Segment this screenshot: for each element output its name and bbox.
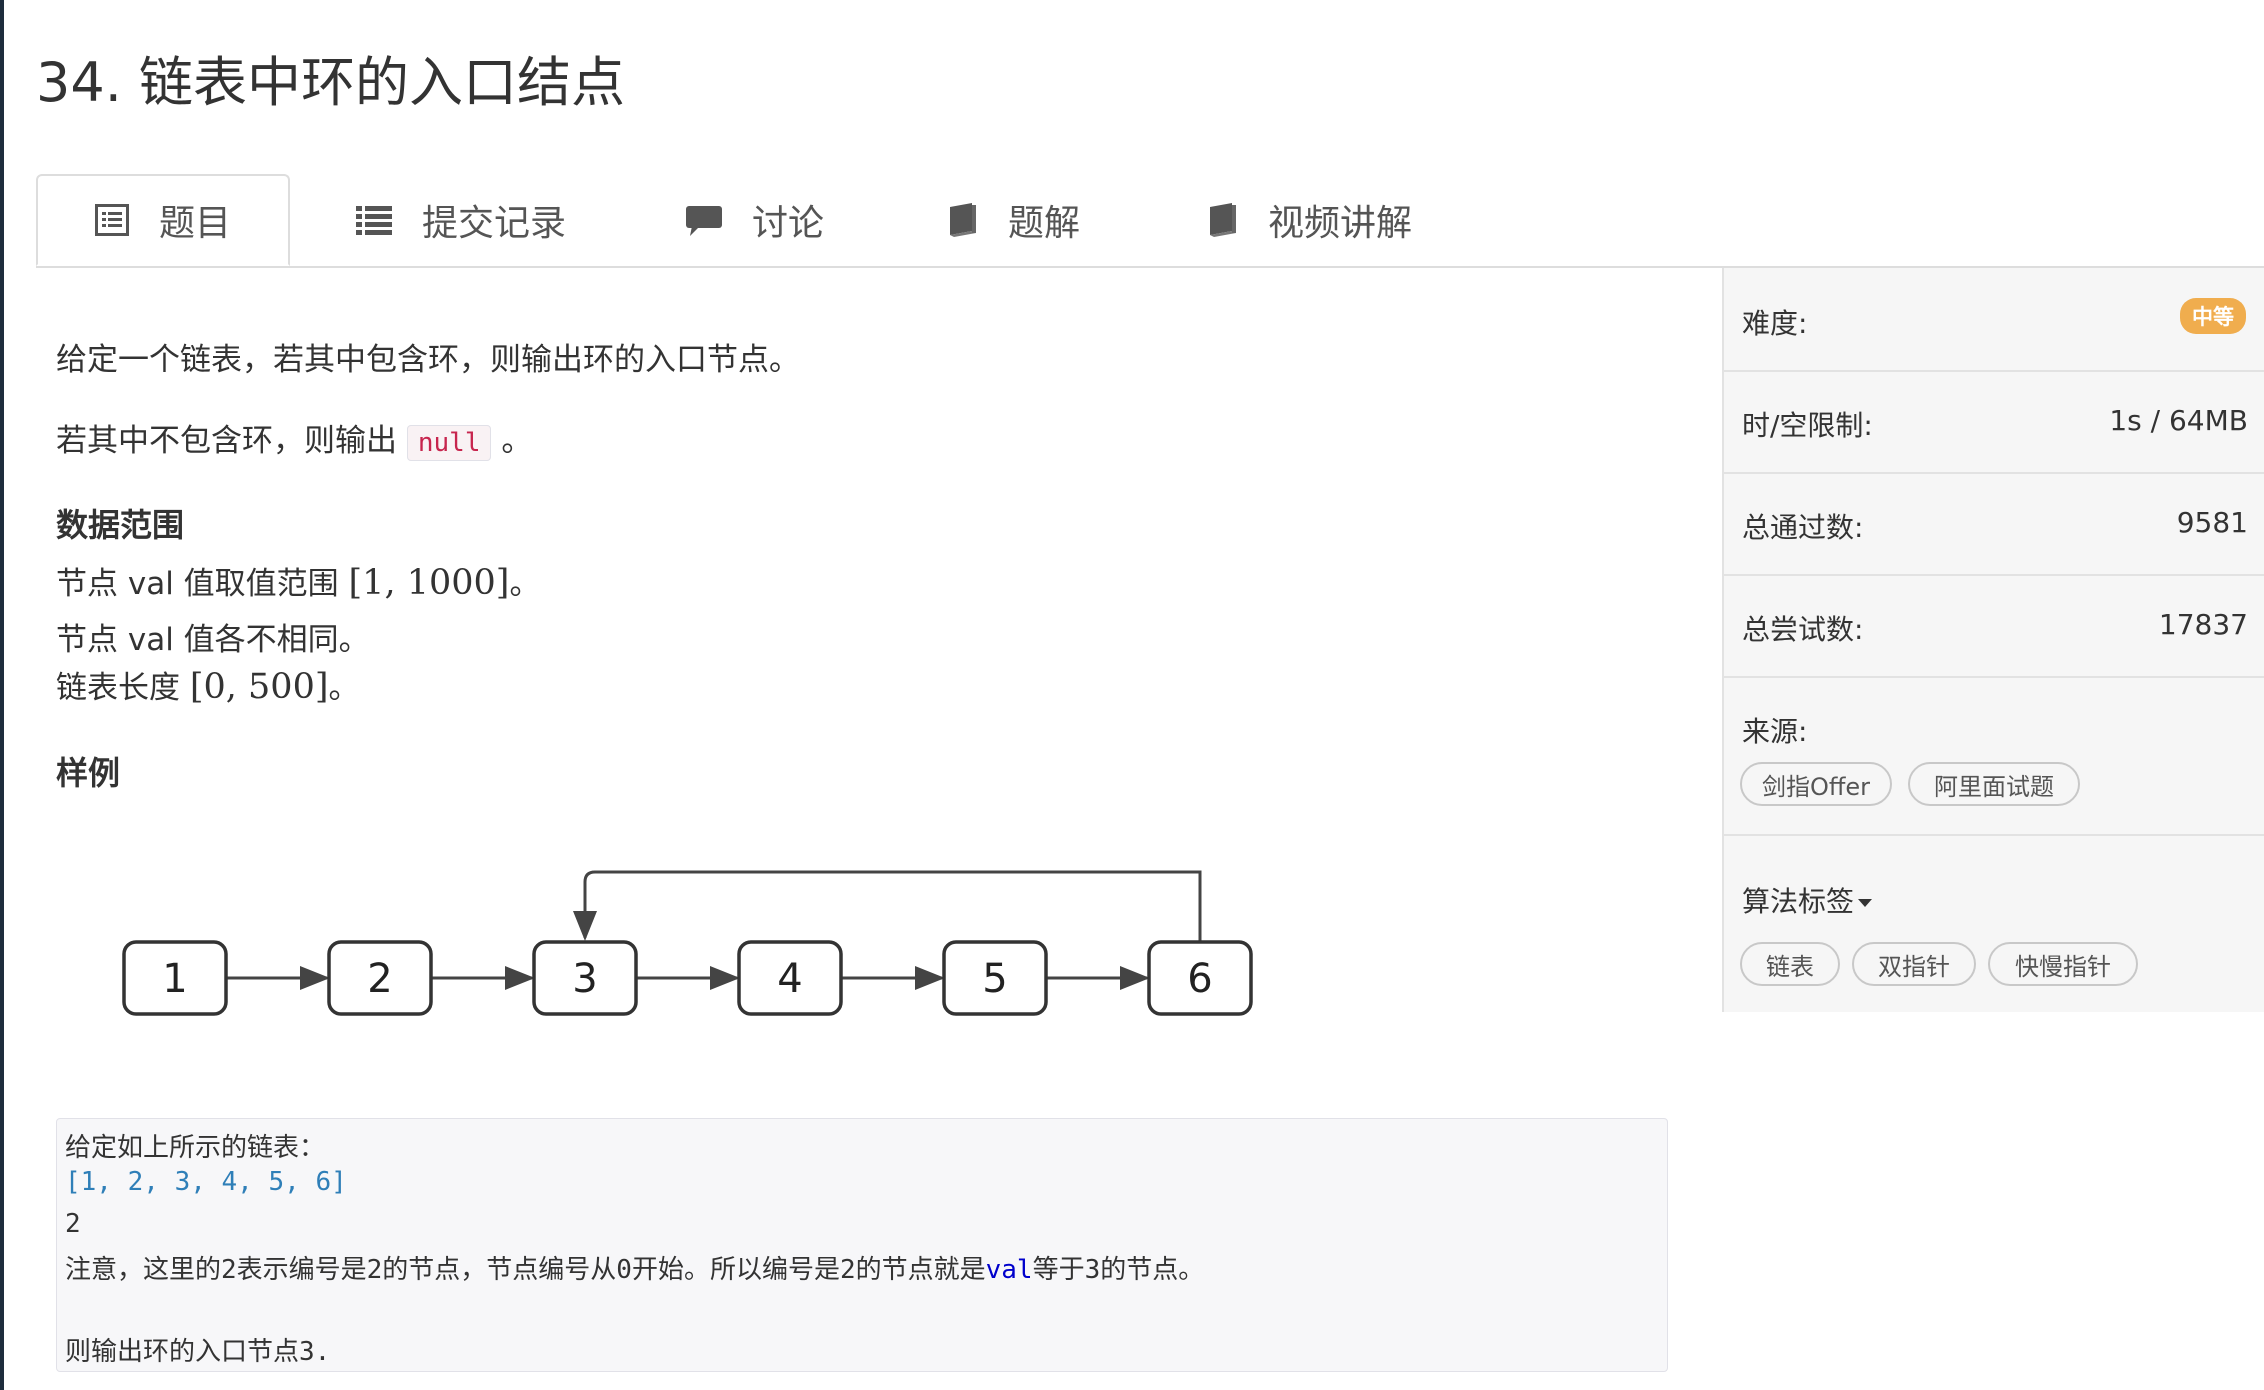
tab-label: 提交记录 <box>422 203 567 244</box>
list-node-label: 5 <box>982 956 1007 1002</box>
keyword: val <box>985 1255 1033 1285</box>
source-tag-alibaba[interactable]: 阿里面试题 <box>1908 762 2080 806</box>
example-line: 给定如上所示的链表： <box>65 1133 326 1163</box>
tag-linked-list[interactable]: 链表 <box>1740 942 1840 986</box>
difficulty-label: 难度: <box>1742 307 1808 340</box>
tab-bar: 题目 提交记录 讨论 题解 视频讲解 <box>36 174 2264 268</box>
tried-row: 总尝试数: 17837 <box>1724 576 2264 678</box>
limit-label: 时/空限制: <box>1742 409 1873 442</box>
tab-label: 题目 <box>158 203 231 244</box>
list-icon <box>356 206 392 235</box>
passed-label: 总通过数: <box>1742 511 1864 544</box>
tab-label: 视频讲解 <box>1268 203 1413 244</box>
problem-statement: 给定一个链表，若其中包含环，则输出环的入口节点。 <box>56 342 800 378</box>
range-line-3: 链表长度 [0, 500]。 <box>56 662 360 707</box>
list-node-label: 1 <box>162 956 187 1002</box>
tags-dropdown[interactable]: 算法标签 <box>1742 880 1873 920</box>
range-line-1: 节点 val 值取值范围 [1, 1000]。 <box>56 558 540 603</box>
tried-value: 17837 <box>2158 608 2248 641</box>
book-icon <box>950 203 976 237</box>
book-icon <box>1210 203 1236 237</box>
tag-two-pointers[interactable]: 双指针 <box>1852 942 1976 986</box>
math: [0, 500] <box>189 667 329 707</box>
range-heading: 数据范围 <box>56 506 185 544</box>
comment-icon <box>686 206 722 236</box>
example-line: 则输出环的入口节点3. <box>65 1337 331 1367</box>
difficulty-row: 难度: 中等 <box>1724 268 2264 372</box>
text: 等于3的节点。 <box>1032 1255 1205 1285</box>
limit-row: 时/空限制: 1s / 64MB <box>1724 372 2264 474</box>
tab-submissions[interactable]: 提交记录 <box>356 174 566 266</box>
text: 若其中不包含环，则输出 <box>56 423 397 459</box>
text: 。 <box>328 670 360 706</box>
problem-info-sidebar: 难度: 中等 时/空限制: 1s / 64MB 总通过数: 9581 总尝试数:… <box>1722 268 2264 1012</box>
passed-row: 总通过数: 9581 <box>1724 474 2264 576</box>
tab-label: 讨论 <box>752 203 825 244</box>
math: [1, 1000] <box>348 563 510 603</box>
tab-video[interactable]: 视频讲解 <box>1206 174 1412 266</box>
passed-value: 9581 <box>2176 506 2248 539</box>
tab-problem[interactable]: 题目 <box>36 174 290 266</box>
text: 。 <box>501 423 533 459</box>
list-node-label: 4 <box>777 956 802 1002</box>
tab-label: 题解 <box>1008 203 1081 244</box>
cycle-pointer-arrow <box>573 870 1202 942</box>
source-tag-jianzhi-offer[interactable]: 剑指Offer <box>1740 762 1892 806</box>
example-output: 2 <box>65 1209 81 1239</box>
example-block: 给定如上所示的链表： [1, 2, 3, 4, 5, 6] 2 注意，这里的2表… <box>56 1118 1668 1372</box>
source-row: 来源: 剑指Offer 阿里面试题 <box>1724 678 2264 836</box>
text: 链表长度 <box>56 670 180 706</box>
tag-fast-slow-pointers[interactable]: 快慢指针 <box>1988 942 2138 986</box>
text: 注意，这里的2表示编号是2的节点，节点编号从0开始。所以编号是2的节点就是 <box>65 1255 986 1285</box>
limit-value: 1s / 64MB <box>2109 404 2248 437</box>
list-node-label: 3 <box>572 956 597 1002</box>
source-label: 来源: <box>1742 715 1808 748</box>
problem-null-line: 若其中不包含环，则输出 null 。 <box>56 415 533 461</box>
example-array: [1, 2, 3, 4, 5, 6] <box>65 1167 347 1197</box>
list-node-label: 2 <box>367 956 392 1002</box>
difficulty-badge: 中等 <box>2180 298 2246 334</box>
example-heading: 样例 <box>56 754 121 792</box>
example-note: 注意，这里的2表示编号是2的节点，节点编号从0开始。所以编号是2的节点就是val… <box>65 1249 1204 1286</box>
inline-code: null <box>406 425 492 461</box>
tried-label: 总尝试数: <box>1742 613 1864 646</box>
range-line-2: 节点 val 值各不相同。 <box>56 622 370 658</box>
window-left-edge <box>0 0 4 1390</box>
list-alt-icon <box>94 204 129 236</box>
linked-list-diagram: 1 2 3 4 5 6 <box>122 870 1253 1016</box>
page-title: 34. 链表中环的入口结点 <box>36 51 626 114</box>
tab-discuss[interactable]: 讨论 <box>686 174 824 266</box>
text: 。 <box>509 566 541 602</box>
tags-label: 算法标签 <box>1742 885 1855 918</box>
caret-down-icon <box>1858 899 1873 907</box>
text: 节点 val 值取值范围 <box>56 566 339 602</box>
tab-solutions[interactable]: 题解 <box>946 174 1080 266</box>
tags-row: 算法标签 链表 双指针 快慢指针 <box>1724 836 2264 1006</box>
list-node-label: 6 <box>1187 956 1212 1002</box>
